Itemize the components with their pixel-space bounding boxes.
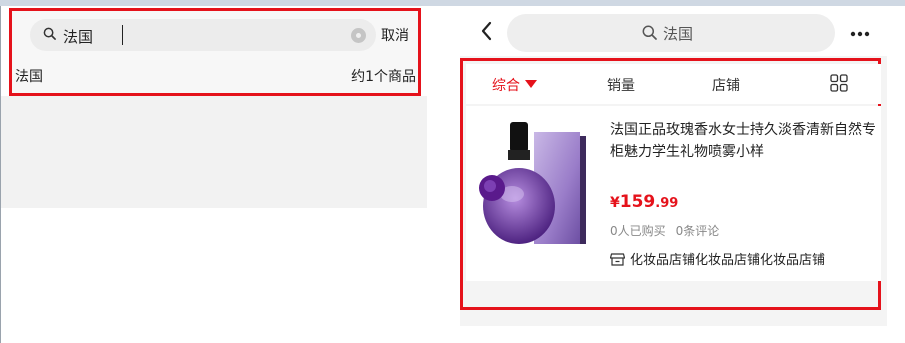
search-icon — [642, 25, 657, 40]
back-icon[interactable] — [478, 18, 496, 44]
search-suggestion-panel: 法国 取消 法国 约1个商品 — [9, 8, 421, 96]
shop-icon — [610, 253, 625, 266]
filter-tab-sales[interactable]: 销量 — [607, 75, 635, 95]
dropdown-arrow-icon — [525, 80, 537, 88]
suggestion-text: 法国 — [15, 69, 43, 85]
price-integer: 159 — [619, 192, 656, 212]
product-title[interactable]: 法国正品玫瑰香水女士持久淡香清新自然专柜魅力学生礼物喷雾小样 — [610, 119, 876, 163]
search-input[interactable]: 法国 — [30, 19, 376, 51]
more-icon[interactable] — [848, 24, 872, 42]
shop-name: 化妆品店铺化妆品店铺化妆品店铺 — [630, 253, 826, 268]
sold-count: 0人已购买 — [610, 224, 666, 238]
left-panel-background — [1, 96, 427, 208]
price-decimal: .99 — [655, 196, 679, 211]
results-search-query: 法国 — [663, 25, 694, 43]
product-image[interactable] — [472, 118, 592, 248]
shop-link[interactable]: 化妆品店铺化妆品店铺化妆品店铺 — [610, 249, 825, 268]
results-search-bar[interactable]: 法国 — [507, 14, 835, 52]
filter-label: 综合 — [492, 78, 520, 94]
filter-bar: 综合 销量 店铺 — [466, 64, 881, 104]
product-card[interactable]: 法国正品玫瑰香水女士持久淡香清新自然专柜魅力学生礼物喷雾小样 ¥159.99 0… — [466, 106, 881, 281]
grid-view-icon[interactable] — [830, 74, 848, 92]
filter-tab-comprehensive[interactable]: 综合 — [492, 75, 537, 95]
search-icon — [43, 27, 56, 40]
suggestion-count: 约1个商品 — [351, 69, 416, 85]
search-query-text: 法国 — [63, 28, 94, 46]
price-currency: ¥ — [610, 195, 620, 211]
review-count: 0条评论 — [675, 224, 720, 238]
clear-icon[interactable] — [351, 28, 366, 43]
filter-tab-shop[interactable]: 店铺 — [712, 75, 740, 95]
cancel-button[interactable]: 取消 — [381, 25, 409, 45]
results-highlight-box: 综合 销量 店铺 法国正品玫瑰香水女士持久淡香清新自然专柜魅力学生礼物喷雾小样 … — [460, 58, 881, 310]
product-price: ¥159.99 — [610, 192, 678, 212]
text-caret — [122, 25, 123, 45]
product-meta: 0人已购买 0条评论 — [610, 222, 719, 239]
